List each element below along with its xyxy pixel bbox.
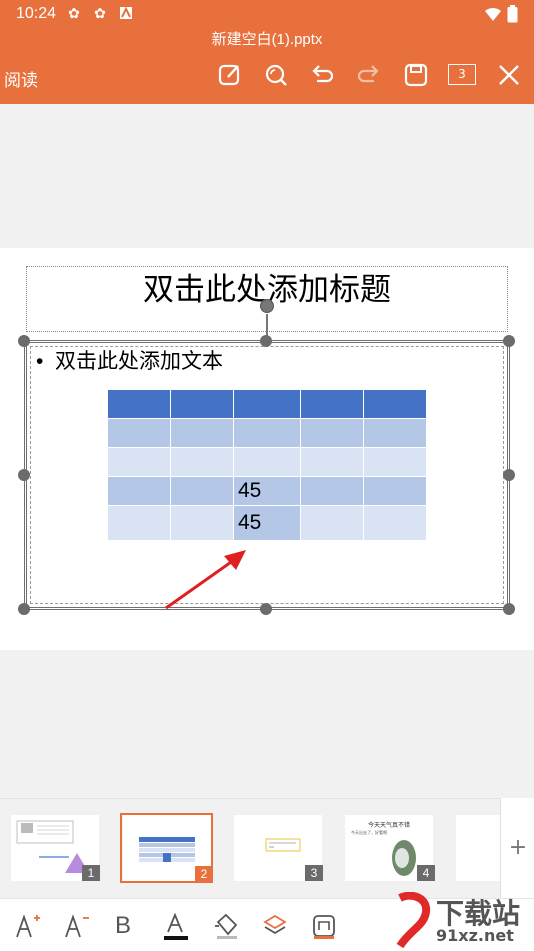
table-cell[interactable]	[300, 418, 364, 448]
slide-table[interactable]: 45 45	[107, 389, 427, 541]
table-cell[interactable]	[300, 505, 364, 541]
table-row	[107, 447, 427, 477]
slide-thumbnail-partial[interactable]	[456, 815, 500, 881]
table-row	[107, 389, 427, 419]
resize-handle[interactable]	[18, 603, 30, 615]
status-time: 10:24	[16, 5, 57, 22]
watermark-logo: 下载站 91xz.net	[392, 890, 534, 950]
app-notification-icon: ✿	[94, 6, 106, 22]
thumbnail-number: 2	[195, 866, 213, 882]
table-cell[interactable]	[300, 476, 364, 506]
bullet-text[interactable]: • 双击此处添加文本	[36, 345, 223, 375]
table-cell[interactable]	[107, 418, 171, 448]
table-cell[interactable]	[170, 505, 234, 541]
table-cell[interactable]	[363, 389, 427, 419]
page-count-button[interactable]: 3	[448, 64, 476, 85]
document-title: 新建空白(1).pptx	[211, 31, 323, 48]
font-size-increase-icon[interactable]	[14, 912, 42, 940]
table-cell[interactable]	[363, 505, 427, 541]
resize-handle[interactable]	[503, 469, 515, 481]
resize-handle[interactable]	[503, 603, 515, 615]
font-color-icon[interactable]	[162, 912, 190, 940]
table-cell[interactable]	[107, 447, 171, 477]
table-row: 45	[107, 505, 427, 541]
undo-icon[interactable]	[309, 62, 335, 88]
resize-handle[interactable]	[18, 469, 30, 481]
resize-handle[interactable]	[260, 603, 272, 615]
table-cell[interactable]	[363, 447, 427, 477]
layers-icon[interactable]	[261, 912, 289, 940]
thumbnail-title: 今天天气真不错	[367, 822, 410, 829]
table-cell[interactable]	[170, 447, 234, 477]
table-cell-merged-selected[interactable]: 45	[233, 476, 301, 506]
table-cell[interactable]	[170, 389, 234, 419]
thumbnail-photo	[392, 840, 416, 876]
table-cell[interactable]	[233, 389, 301, 419]
table-cell[interactable]	[363, 476, 427, 506]
thumbnail-number: 1	[82, 865, 100, 881]
table-cell-merged-selected[interactable]: 45	[233, 505, 301, 541]
add-slide-button[interactable]: +	[500, 798, 534, 898]
shape-format-icon[interactable]	[310, 912, 338, 940]
resize-handle[interactable]	[18, 335, 30, 347]
table-cell[interactable]	[170, 418, 234, 448]
app-notification-icon	[118, 6, 134, 22]
rotate-handle[interactable]	[260, 299, 274, 313]
close-icon[interactable]	[496, 62, 522, 88]
table-cell[interactable]	[107, 389, 171, 419]
thumbnail-number: 3	[305, 865, 323, 881]
battery-icon	[507, 5, 518, 27]
table-cell[interactable]	[363, 418, 427, 448]
bullet-text-label: 双击此处添加文本	[55, 350, 224, 373]
wifi-icon	[484, 6, 502, 26]
font-size-decrease-icon[interactable]	[63, 912, 91, 940]
redo-icon[interactable]	[356, 62, 382, 88]
table-cell[interactable]	[170, 476, 234, 506]
table-cell[interactable]	[107, 505, 171, 541]
annotation-arrow-icon	[165, 550, 246, 610]
thumbnail-number: 4	[417, 865, 435, 881]
table-cell[interactable]	[300, 389, 364, 419]
status-bar: 10:24 ✿ ✿	[0, 0, 534, 28]
edit-icon[interactable]	[217, 62, 243, 88]
resize-handle[interactable]	[503, 335, 515, 347]
read-mode-button[interactable]: 阅读	[4, 66, 38, 91]
table-cell[interactable]	[107, 476, 171, 506]
bold-icon[interactable]: B	[115, 912, 143, 940]
table-cell[interactable]	[233, 418, 301, 448]
resize-handle[interactable]	[260, 335, 272, 347]
save-icon[interactable]	[403, 62, 429, 88]
table-row: 45	[107, 476, 427, 506]
table-cell[interactable]	[300, 447, 364, 477]
app-notification-icon: ✿	[68, 6, 80, 22]
table-row	[107, 418, 427, 448]
table-cell[interactable]	[233, 447, 301, 477]
fill-color-icon[interactable]	[212, 912, 240, 940]
watermark-url: 91xz.net	[436, 926, 514, 945]
app-header: 10:24 ✿ ✿ 新建空白(1).pptx 阅读 3	[0, 0, 534, 104]
search-icon[interactable]	[263, 62, 289, 88]
thumbnail-bullet: 今天出去了，好看啊	[351, 830, 387, 835]
